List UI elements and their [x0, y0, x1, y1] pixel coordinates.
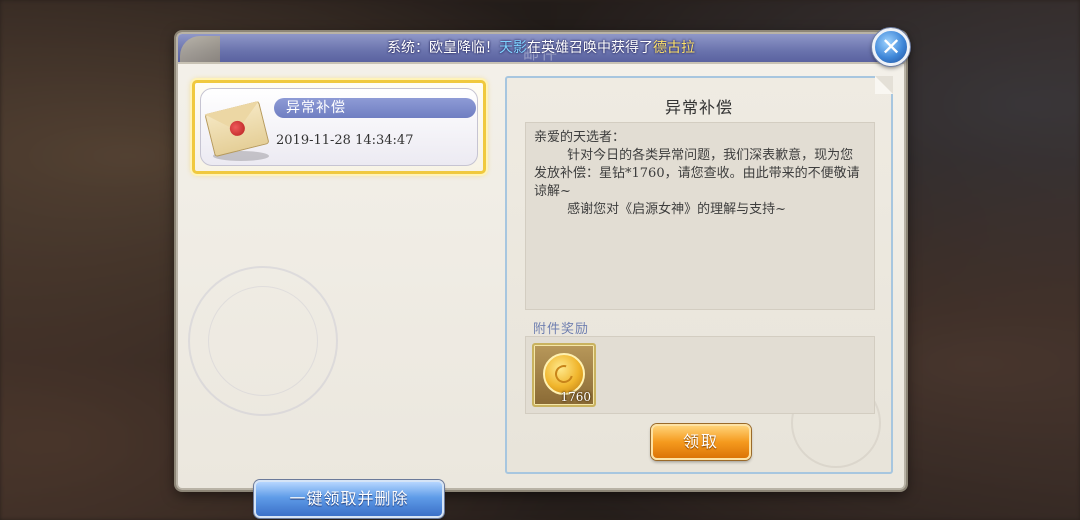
mail-detail-title: 异常补偿 — [664, 98, 733, 117]
star-diamond-coin-icon — [543, 353, 585, 395]
attachment-label: 附件奖励 — [533, 322, 590, 337]
mail-item-card: 异常补偿 2019-11-28 14:34:47 — [200, 88, 478, 166]
dialog-header: 邮件 系统：欧皇降临！天影在英雄召唤中获得了德古拉 — [178, 34, 904, 64]
announcement-middle: 在英雄召唤中获得了 — [527, 40, 653, 56]
claim-all-and-delete-button[interactable]: 一键领取并删除 — [254, 480, 444, 518]
watermark-decoration-inner — [208, 286, 318, 396]
mail-body-text: 亲爱的天选者： 针对今日的各类异常问题，我们深表歉意，现为您发放补偿：星钻*17… — [525, 122, 875, 310]
mail-dialog: 邮件 系统：欧皇降临！天影在英雄召唤中获得了德古拉 异常补偿 2019-11-2… — [176, 32, 906, 518]
announcement-prefix: 系统：欧皇降临！ — [387, 40, 499, 56]
attachment-area: 1760 — [525, 336, 875, 414]
envelope-icon — [204, 100, 270, 158]
mail-date: 2019-11-28 14:34:47 — [276, 133, 414, 148]
reward-quantity: 1760 — [560, 390, 591, 404]
mail-subject: 异常补偿 — [274, 98, 476, 118]
announcement-player: 天影 — [499, 40, 527, 56]
mail-detail-panel: 异常补偿 亲爱的天选者： 针对今日的各类异常问题，我们深表歉意，现为您发放补偿：… — [505, 76, 893, 474]
reward-item[interactable]: 1760 — [532, 343, 596, 407]
mail-list: 异常补偿 2019-11-28 14:34:47 一键领取并删除 — [188, 76, 488, 518]
system-announcement: 系统：欧皇降临！天影在英雄召唤中获得了德古拉 — [178, 37, 904, 57]
claim-button[interactable]: 领取 — [651, 424, 751, 460]
close-icon[interactable]: ✕ — [872, 28, 910, 66]
mail-list-item[interactable]: 异常补偿 2019-11-28 14:34:47 — [192, 80, 486, 174]
announcement-hero: 德古拉 — [653, 40, 695, 56]
folded-corner-decoration — [875, 76, 893, 94]
